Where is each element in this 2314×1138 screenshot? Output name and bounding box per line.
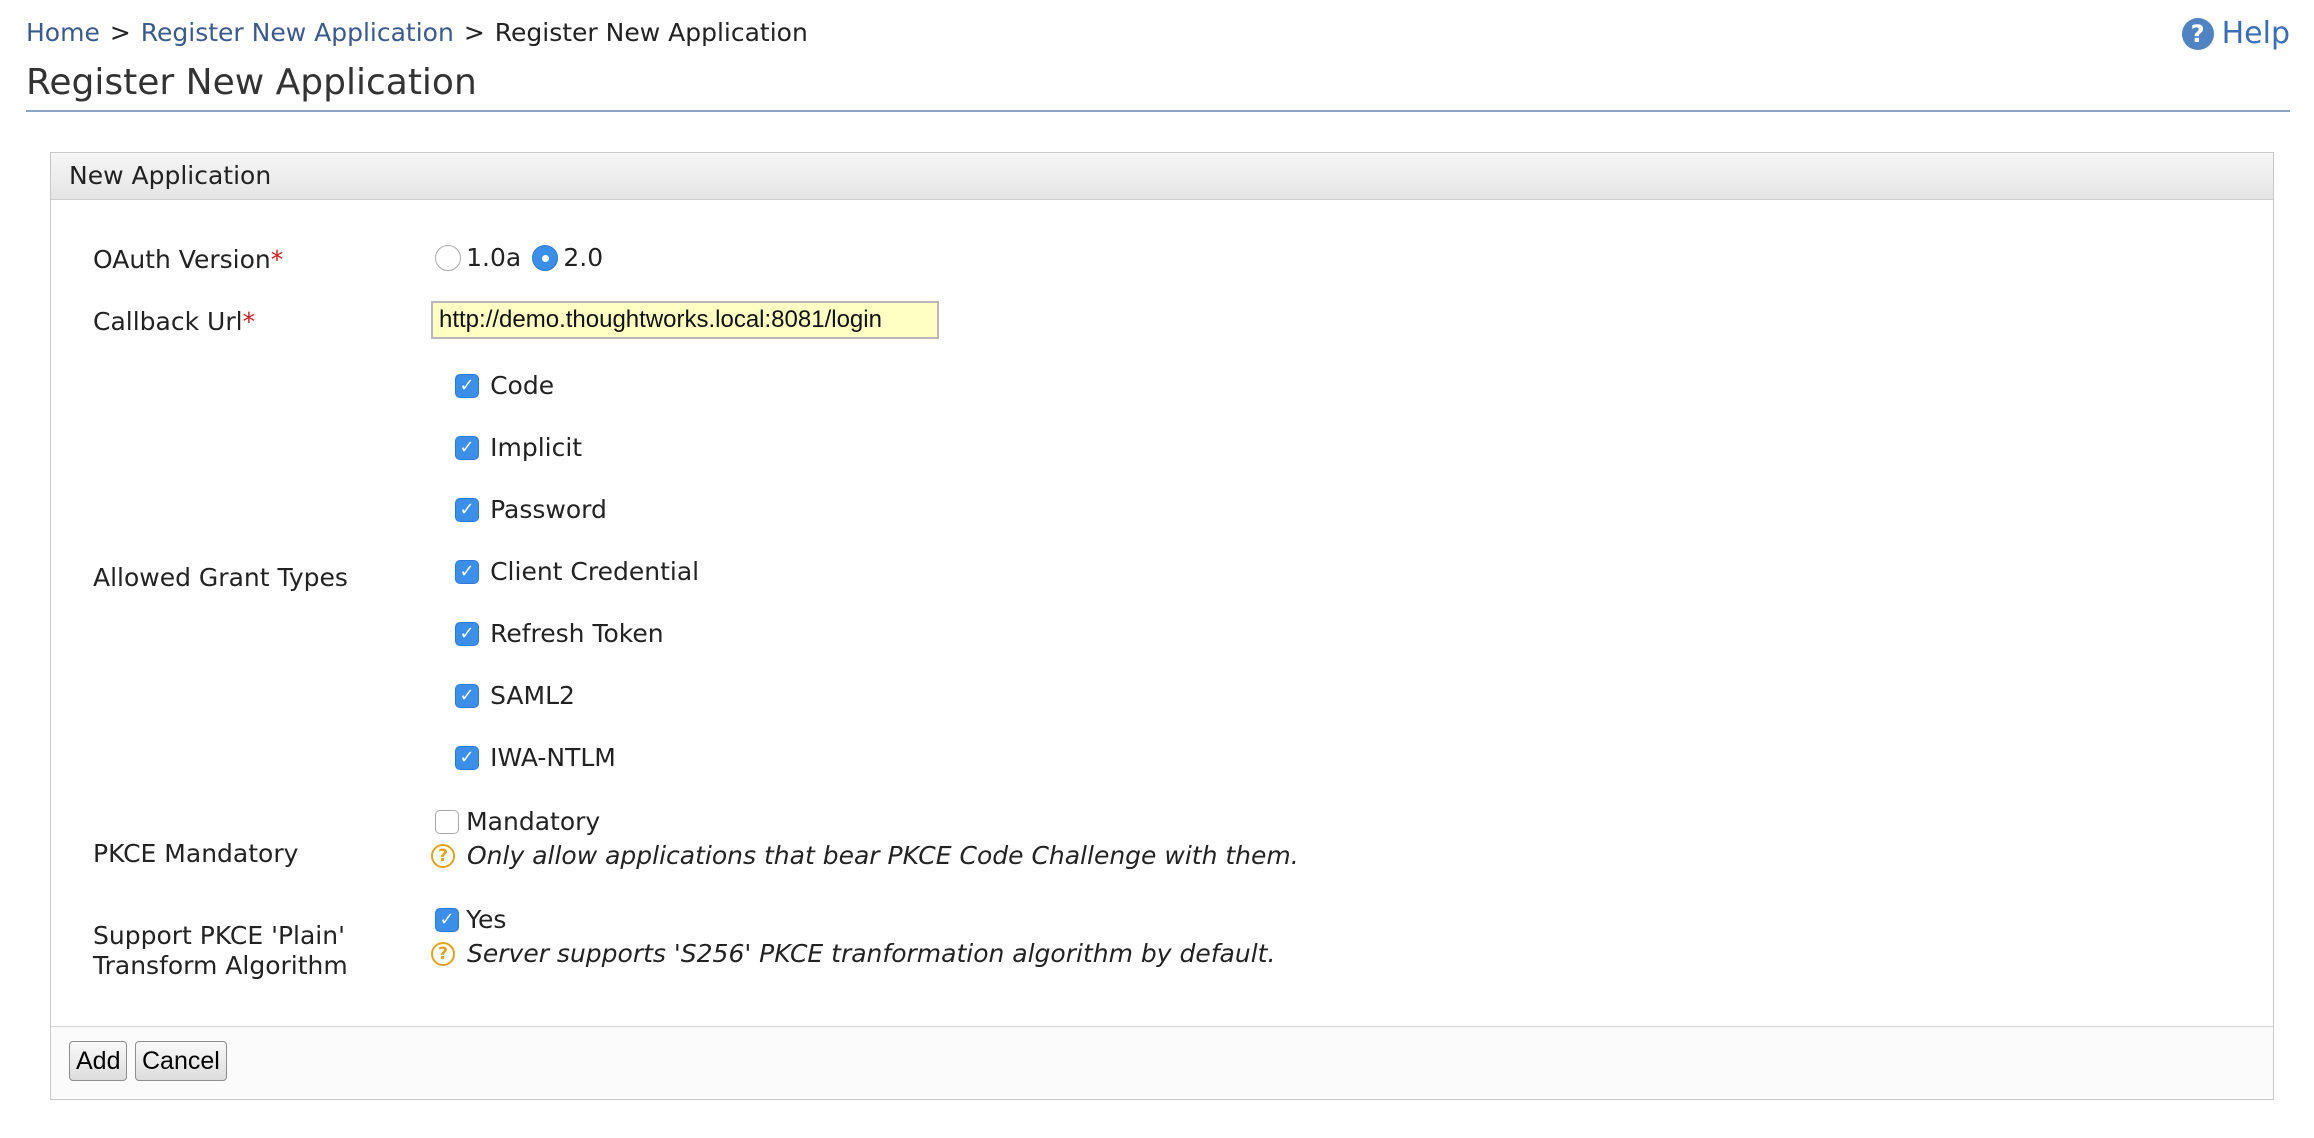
grant-type-client-credential[interactable]: ✓ Client Credential [455, 557, 699, 586]
pkce-mandatory-hint: ? Only allow applications that bear PKCE … [431, 841, 1299, 870]
pkce-plain-hint-text: Server supports 'S256' PKCE tranformatio… [467, 939, 1276, 968]
page-title: Register New Application [26, 62, 477, 103]
checkbox[interactable]: ✓ [455, 621, 479, 646]
help-link[interactable]: ? Help [2181, 16, 2290, 51]
pkce-mandatory-checkbox[interactable] [435, 809, 459, 834]
grant-type-implicit[interactable]: ✓ Implicit [455, 433, 582, 462]
breadcrumb-separator: > [109, 18, 131, 47]
pkce-mandatory-label: PKCE Mandatory [93, 839, 299, 868]
help-label: Help [2221, 16, 2290, 51]
pkce-plain-label-line1: Support PKCE 'Plain' [93, 921, 345, 950]
cancel-button[interactable]: Cancel [135, 1041, 227, 1081]
required-mark: * [270, 245, 284, 274]
pkce-plain-label-line2: Transform Algorithm [93, 951, 348, 980]
grant-type-refresh-token[interactable]: ✓ Refresh Token [455, 619, 664, 648]
checkbox[interactable]: ✓ [455, 435, 479, 460]
grant-type-saml2[interactable]: ✓ SAML2 [455, 681, 575, 710]
oauth-version-1-0a-radio[interactable] [435, 244, 461, 271]
grant-type-label: SAML2 [490, 681, 575, 710]
breadcrumb-separator: > [463, 18, 485, 47]
checkbox[interactable]: ✓ [455, 497, 479, 522]
pkce-mandatory-option[interactable]: Mandatory [435, 807, 600, 836]
grant-type-label: Password [490, 495, 607, 524]
question-hint-icon: ? [431, 941, 455, 966]
grant-type-password[interactable]: ✓ Password [455, 495, 607, 524]
breadcrumb-current: Register New Application [494, 18, 808, 47]
oauth-version-label: OAuth Version* [93, 245, 284, 274]
grant-type-code[interactable]: ✓ Code [455, 371, 554, 400]
grant-type-label: Refresh Token [490, 619, 664, 648]
pkce-mandatory-hint-text: Only allow applications that bear PKCE C… [467, 841, 1299, 870]
question-hint-icon: ? [431, 843, 455, 868]
pkce-plain-checkbox[interactable]: ✓ [435, 907, 459, 932]
checkbox[interactable]: ✓ [455, 683, 479, 708]
grant-type-label: Client Credential [490, 557, 700, 586]
callback-url-label: Callback Url* [93, 307, 256, 336]
pkce-mandatory-option-label: Mandatory [466, 807, 601, 836]
grant-type-label: IWA-NTLM [490, 743, 616, 772]
grant-type-iwa-ntlm[interactable]: ✓ IWA-NTLM [455, 743, 616, 772]
required-mark: * [242, 307, 256, 336]
pkce-plain-option[interactable]: ✓ Yes [435, 905, 506, 934]
pkce-plain-hint: ? Server supports 'S256' PKCE tranformati… [431, 939, 1275, 968]
checkbox[interactable]: ✓ [455, 559, 479, 584]
title-divider [26, 110, 2290, 112]
breadcrumb-home-link[interactable]: Home [26, 18, 100, 47]
breadcrumb: Home > Register New Application > Register N… [26, 18, 808, 47]
checkbox[interactable]: ✓ [455, 373, 479, 398]
grant-type-label: Implicit [490, 433, 583, 462]
pkce-plain-option-label: Yes [466, 905, 507, 934]
allowed-grant-types-label: Allowed Grant Types [93, 563, 348, 592]
oauth-version-2-0-label: 2.0 [563, 243, 604, 272]
callback-url-input[interactable] [431, 301, 939, 339]
checkbox[interactable]: ✓ [455, 745, 479, 770]
grant-type-label: Code [490, 371, 555, 400]
add-button[interactable]: Add [69, 1041, 128, 1081]
oauth-version-1-0a-label: 1.0a [466, 243, 522, 272]
panel-header: New Application [51, 153, 2273, 200]
panel-footer: Add Cancel [51, 1026, 2273, 1099]
breadcrumb-register-link[interactable]: Register New Application [141, 18, 454, 47]
new-application-panel: New Application OAuth Version* 1.0a 2.0 … [50, 152, 2274, 1100]
oauth-version-options: 1.0a 2.0 [435, 243, 603, 272]
oauth-version-2-0-radio[interactable] [532, 244, 559, 271]
question-circle-icon: ? [2181, 17, 2214, 50]
pkce-plain-label: Support PKCE 'Plain' Transform Algorithm [93, 921, 348, 981]
